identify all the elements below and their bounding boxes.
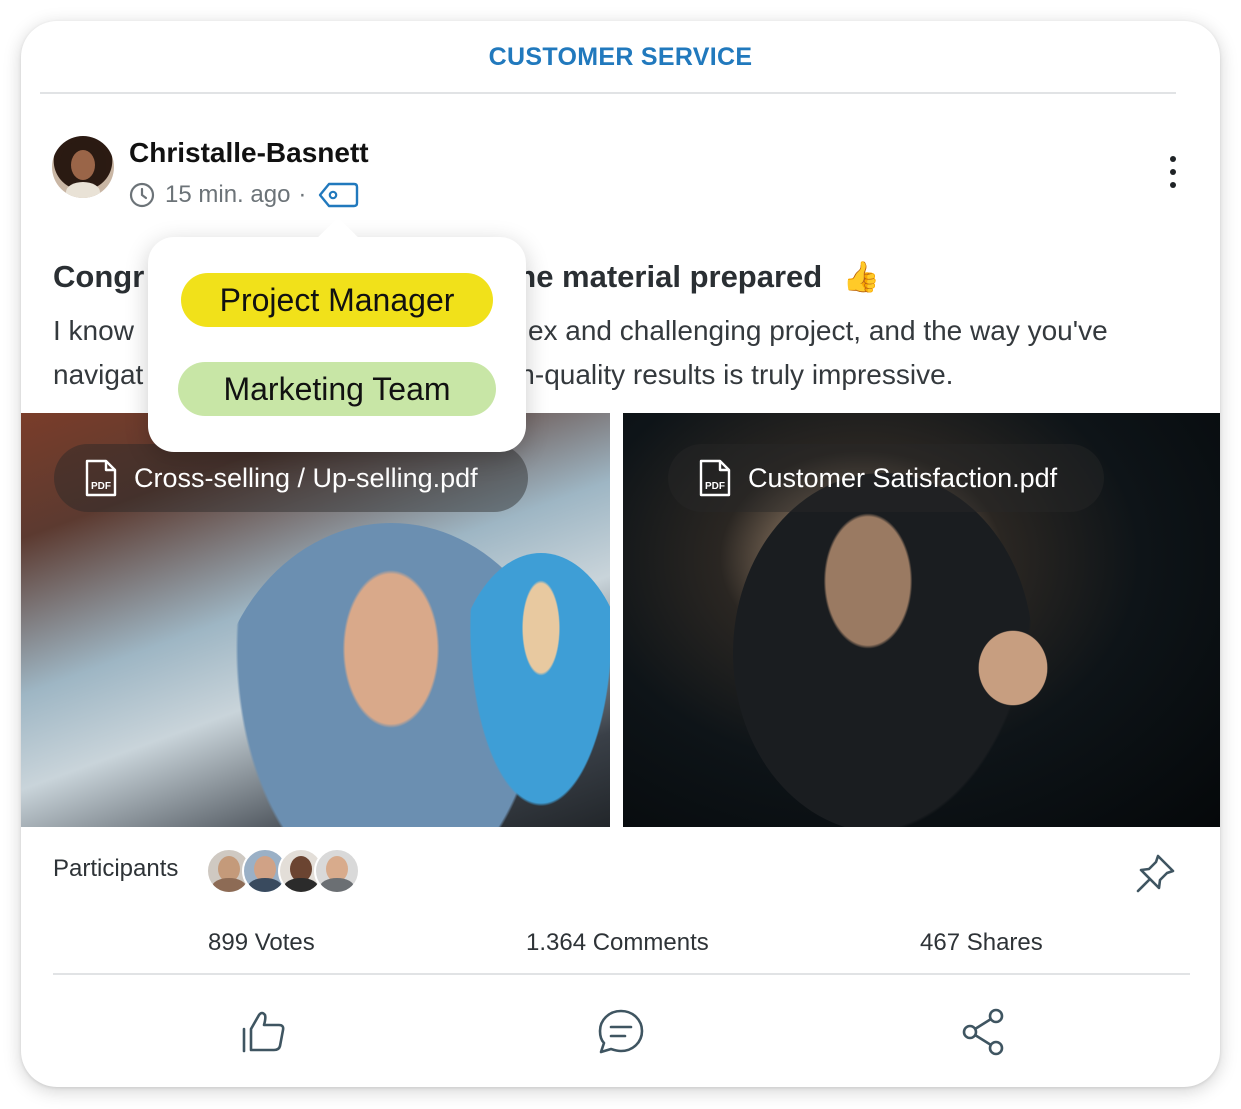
post-meta: 15 min. ago · bbox=[129, 179, 360, 211]
pin-icon[interactable] bbox=[1134, 851, 1178, 895]
shares-count[interactable]: 467 Shares bbox=[920, 929, 1043, 957]
clock-icon bbox=[129, 182, 155, 208]
post-time: 15 min. ago bbox=[165, 181, 291, 208]
meta-separator: · bbox=[298, 181, 307, 208]
svg-text:PDF: PDF bbox=[91, 481, 111, 492]
tags-popover: Project Manager Marketing Team bbox=[148, 217, 526, 452]
divider bbox=[53, 973, 1190, 975]
attachment-pdf[interactable]: PDF Cross-selling / Up-selling.pdf bbox=[54, 444, 528, 512]
attachment-name: Cross-selling / Up-selling.pdf bbox=[134, 462, 478, 493]
thumbs-up-emoji-icon: 👍 bbox=[842, 261, 881, 294]
votes-count[interactable]: 899 Votes bbox=[208, 929, 315, 957]
author-avatar[interactable] bbox=[52, 136, 114, 198]
section-title: CUSTOMER SERVICE bbox=[488, 43, 753, 71]
attachment-name: Customer Satisfaction.pdf bbox=[748, 462, 1058, 493]
comment-icon[interactable] bbox=[596, 1007, 646, 1057]
participants-label: Participants bbox=[53, 855, 179, 882]
comments-count[interactable]: 1.364 Comments bbox=[526, 929, 709, 957]
post-card: CUSTOMER SERVICE Christalle-Basnett 15 m… bbox=[21, 21, 1220, 1087]
tag-icon[interactable] bbox=[316, 179, 360, 211]
attachment-preview-image[interactable]: PDF Customer Satisfaction.pdf bbox=[623, 413, 1220, 827]
participant-avatar[interactable] bbox=[314, 848, 360, 894]
like-icon[interactable] bbox=[239, 1007, 289, 1057]
attachment-preview-image[interactable]: PDF Cross-selling / Up-selling.pdf bbox=[21, 413, 610, 827]
participant-avatars[interactable] bbox=[206, 848, 360, 894]
more-options-icon[interactable] bbox=[1158, 153, 1188, 193]
divider bbox=[40, 92, 1176, 94]
attachment-pdf[interactable]: PDF Customer Satisfaction.pdf bbox=[668, 444, 1104, 512]
svg-text:PDF: PDF bbox=[705, 481, 725, 492]
pdf-icon: PDF bbox=[85, 459, 117, 497]
tag-chip-marketing-team[interactable]: Marketing Team bbox=[178, 362, 496, 416]
pdf-icon: PDF bbox=[699, 459, 731, 497]
tag-chip-project-manager[interactable]: Project Manager bbox=[181, 273, 493, 327]
author-name[interactable]: Christalle-Basnett bbox=[129, 137, 369, 169]
share-icon[interactable] bbox=[958, 1007, 1008, 1057]
